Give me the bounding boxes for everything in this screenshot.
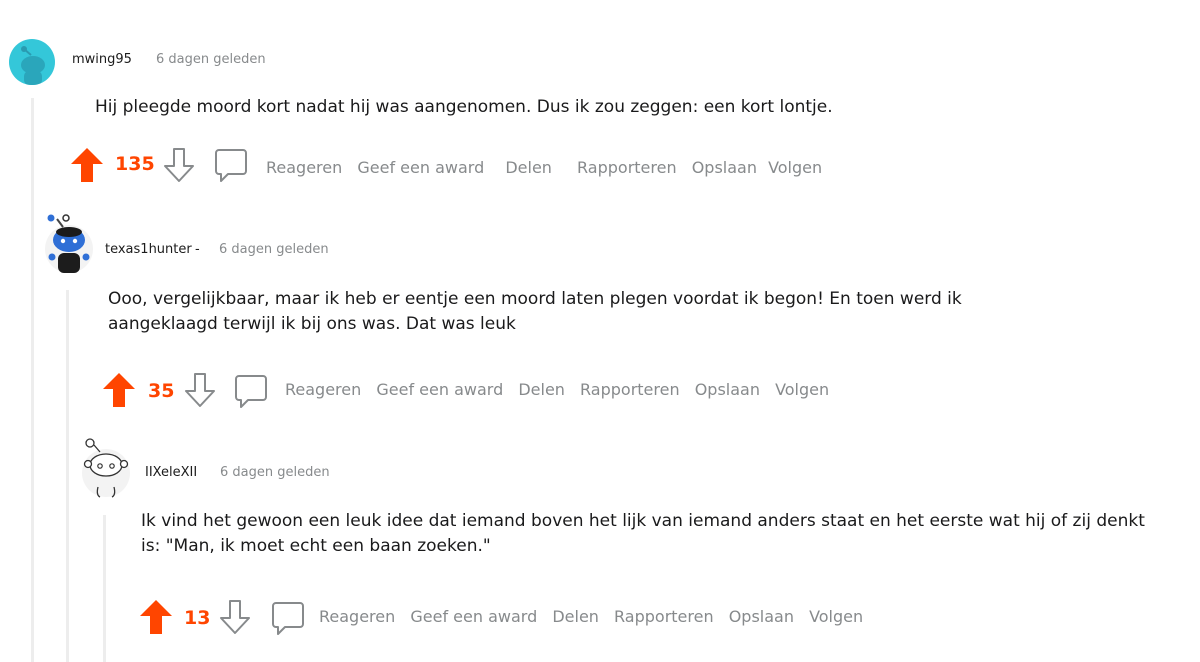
downvote-icon[interactable]	[218, 599, 252, 635]
comment-body: Ik vind het gewoon een leuk idee dat iem…	[141, 511, 1145, 556]
save-button[interactable]: Opslaan	[729, 607, 794, 626]
comment-actions: Reageren Geef een award Delen Rapportere…	[285, 380, 839, 399]
vote-score: 35	[148, 380, 175, 402]
username[interactable]: mwing95	[72, 52, 132, 67]
share-button[interactable]: Delen	[518, 380, 565, 399]
comment-icon[interactable]	[271, 601, 305, 637]
flair-separator: -	[195, 242, 200, 257]
timestamp[interactable]: 6 dagen geleden	[156, 52, 266, 67]
timestamp[interactable]: 6 dagen geleden	[220, 465, 330, 480]
save-button[interactable]: Opslaan	[695, 380, 760, 399]
follow-button[interactable]: Volgen	[775, 380, 829, 399]
award-button[interactable]: Geef een award	[357, 158, 484, 177]
upvote-icon[interactable]	[70, 147, 104, 183]
award-button[interactable]: Geef een award	[410, 607, 537, 626]
username[interactable]: IIXeleXII	[145, 465, 197, 480]
timestamp[interactable]: 6 dagen geleden	[219, 242, 329, 257]
award-button[interactable]: Geef een award	[376, 380, 503, 399]
comment-actions: Reageren Geef een award Delen Rapportere…	[266, 158, 832, 177]
comment-body: Hij pleegde moord kort nadat hij was aan…	[95, 97, 833, 117]
upvote-icon[interactable]	[102, 372, 136, 408]
avatar[interactable]	[80, 437, 132, 499]
downvote-icon[interactable]	[162, 147, 196, 183]
avatar[interactable]	[43, 213, 95, 275]
snoo-icon	[45, 214, 93, 273]
follow-button[interactable]: Volgen	[809, 607, 863, 626]
follow-button[interactable]: Volgen	[768, 158, 822, 177]
thread-line[interactable]	[103, 515, 106, 662]
reply-button[interactable]: Reageren	[285, 380, 361, 399]
thread-line[interactable]	[66, 290, 69, 662]
comment-body: Ooo, vergelijkbaar, maar ik heb er eentj…	[108, 289, 962, 334]
report-button[interactable]: Rapporteren	[614, 607, 714, 626]
share-button[interactable]: Delen	[552, 607, 599, 626]
comment-icon[interactable]	[214, 148, 248, 184]
save-button[interactable]: Opslaan	[692, 158, 757, 177]
upvote-icon[interactable]	[139, 599, 173, 635]
report-button[interactable]: Rapporteren	[580, 380, 680, 399]
reply-button[interactable]: Reageren	[319, 607, 395, 626]
comment-icon[interactable]	[234, 374, 268, 410]
avatar[interactable]	[9, 39, 55, 85]
reply-button[interactable]: Reageren	[266, 158, 342, 177]
username[interactable]: texas1hunter	[105, 242, 192, 257]
downvote-icon[interactable]	[183, 372, 217, 408]
vote-score: 13	[184, 607, 211, 629]
vote-score: 135	[115, 153, 155, 175]
thread-line[interactable]	[31, 98, 34, 662]
comment-actions: Reageren Geef een award Delen Rapportere…	[319, 607, 873, 626]
snoo-icon	[21, 46, 45, 85]
snoo-icon	[82, 438, 130, 498]
share-button[interactable]: Delen	[505, 158, 552, 177]
report-button[interactable]: Rapporteren	[577, 158, 677, 177]
